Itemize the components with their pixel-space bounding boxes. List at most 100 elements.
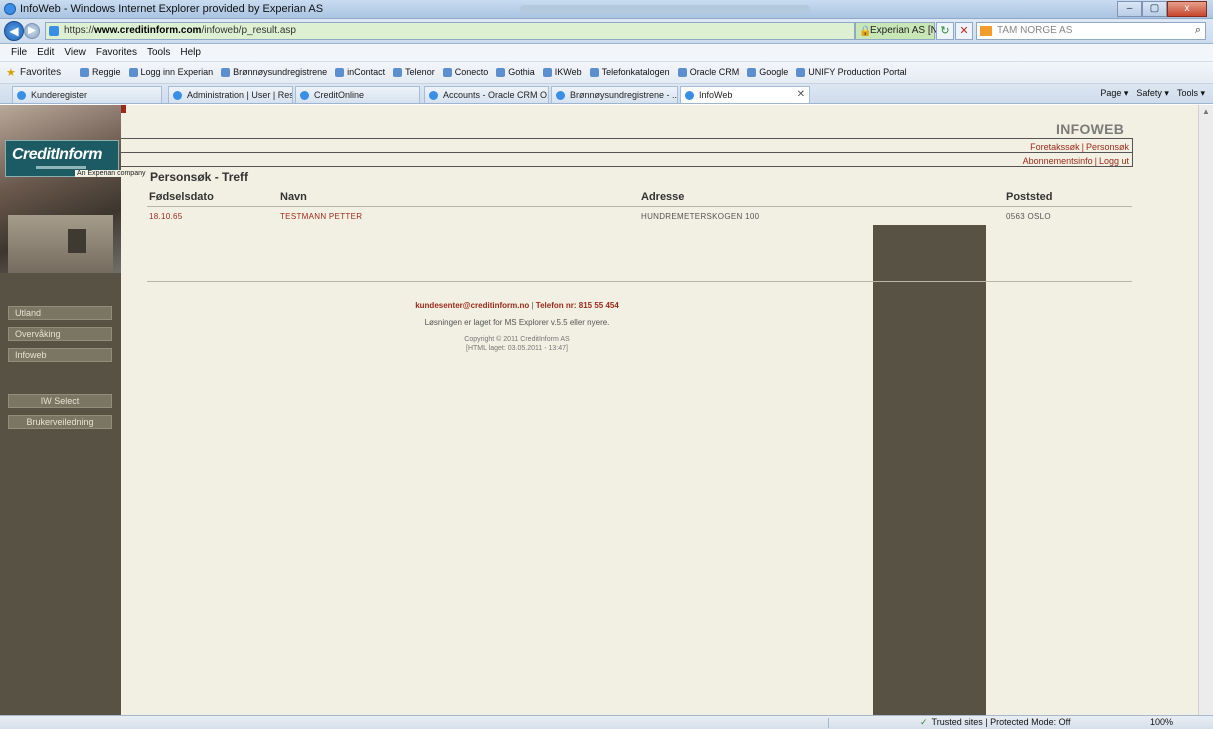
app-title: INFOWEB xyxy=(1056,121,1125,137)
search-field[interactable]: TAM NORGE AS ⌕ xyxy=(976,22,1206,40)
certificate-badge[interactable]: 🔒 Experian AS [NO] xyxy=(855,22,948,40)
favorite-link[interactable]: Telefonkatalogen xyxy=(590,67,670,77)
minimize-button[interactable]: – xyxy=(1117,1,1142,17)
sidebar-item-infoweb[interactable]: Infoweb xyxy=(8,348,112,362)
window-controls: – ▢ x xyxy=(1117,1,1207,17)
left-panel: CreditInform Utland Overvåking Infoweb I… xyxy=(0,105,121,715)
footer-divider xyxy=(147,281,1132,282)
tab-creditonline[interactable]: CreditOnline xyxy=(295,86,420,103)
refresh-button[interactable]: ↻ xyxy=(936,22,954,40)
favorites-button[interactable]: Favorites xyxy=(20,67,61,78)
menu-tools[interactable]: Tools xyxy=(142,44,175,61)
scroll-up-arrow-icon[interactable]: ▲ xyxy=(1202,107,1210,116)
tab-kunderegister[interactable]: Kunderegister xyxy=(12,86,162,103)
url-prefix: https:// xyxy=(64,25,95,36)
favorites-star-icon[interactable]: ★ xyxy=(6,66,16,79)
column-header-address: Adresse xyxy=(641,191,685,203)
maximize-button[interactable]: ▢ xyxy=(1142,1,1167,17)
top-links-row-1: Foretakssøk | Personsøk xyxy=(1030,142,1129,152)
tab-bar: Kunderegister Administration | User | Re… xyxy=(0,84,1213,104)
url-domain: www.creditinform.com xyxy=(94,25,202,36)
close-tab-icon[interactable]: ✕ xyxy=(797,89,805,100)
cell-postal: 0563 OSLO xyxy=(1006,212,1051,221)
favorite-link[interactable]: Gothia xyxy=(496,67,535,77)
support-email-link[interactable]: kundesenter@creditinform.no xyxy=(415,301,529,310)
ie-page-icon xyxy=(49,26,59,36)
menu-favorites[interactable]: Favorites xyxy=(91,44,142,61)
abonnementsinfo-link[interactable]: Abonnementsinfo xyxy=(1023,156,1093,166)
favorite-link[interactable]: Brønnøysundregistrene xyxy=(221,67,327,77)
favorite-link[interactable]: Conecto xyxy=(443,67,489,77)
build-timestamp: [HTML laget: 03.05.2011 - 13:47] xyxy=(466,345,568,352)
header-divider xyxy=(121,138,1133,139)
menu-bar: File Edit View Favorites Tools Help xyxy=(0,44,1213,62)
favorite-link[interactable]: Reggie xyxy=(80,67,121,77)
security-zone[interactable]: Trusted sites | Protected Mode: Off xyxy=(920,717,1071,728)
cell-name[interactable]: TESTMANN PETTER xyxy=(280,212,362,221)
favorite-link[interactable]: Oracle CRM xyxy=(678,67,740,77)
header-divider-vertical xyxy=(1132,138,1133,167)
command-bar: Page ▾ Safety ▾ Tools ▾ xyxy=(1092,88,1205,99)
search-provider-icon xyxy=(980,26,992,36)
accent-bar xyxy=(121,105,126,113)
padlock-icon: 🔒 xyxy=(859,26,872,37)
sidebar-item-overvaking[interactable]: Overvåking xyxy=(8,327,112,341)
tab-oracle-crm[interactable]: Accounts - Oracle CRM O... xyxy=(424,86,549,103)
window-title: InfoWeb - Windows Internet Explorer prov… xyxy=(20,3,324,15)
column-header-postal: Poststed xyxy=(1006,191,1053,203)
column-header-dob: Fødselsdato xyxy=(149,191,214,203)
stop-button[interactable]: ✕ xyxy=(955,22,973,40)
table-header-divider xyxy=(147,206,1132,207)
menu-view[interactable]: View xyxy=(59,44,91,61)
blurred-region xyxy=(520,5,810,14)
favorite-link[interactable]: Google xyxy=(747,67,788,77)
forward-button[interactable]: ▶ xyxy=(24,23,40,39)
status-bar: Trusted sites | Protected Mode: Off 100% xyxy=(0,715,1213,729)
top-links-row-2: Abonnementsinfo | Logg ut xyxy=(1022,156,1129,166)
copyright-text: Copyright © 2011 CreditInform AS xyxy=(464,336,570,343)
favorite-link[interactable]: UNIFY Production Portal xyxy=(796,67,906,77)
sidebar-item-utland[interactable]: Utland xyxy=(8,306,112,320)
tab-infoweb[interactable]: InfoWeb ✕ xyxy=(680,86,810,103)
safety-menu[interactable]: Safety ▾ xyxy=(1136,88,1169,99)
favorite-link[interactable]: Telenor xyxy=(393,67,435,77)
favorites-list: Reggie Logg inn Experian Brønnøysundregi… xyxy=(80,67,915,77)
browser-note: Løsningen er laget for MS Explorer v.5.5… xyxy=(424,318,610,327)
tab-bronnoysund[interactable]: Brønnøysundregistrene - ... xyxy=(551,86,678,103)
sidebar-item-brukerveiledning[interactable]: Brukerveiledning xyxy=(8,415,112,429)
logg-ut-link[interactable]: Logg ut xyxy=(1099,156,1129,166)
tools-menu[interactable]: Tools ▾ xyxy=(1177,88,1205,99)
cell-address: HUNDREMETERSKOGEN 100 xyxy=(641,212,760,221)
menu-edit[interactable]: Edit xyxy=(32,44,59,61)
window-titlebar: InfoWeb - Windows Internet Explorer prov… xyxy=(0,0,1213,19)
header-photo xyxy=(0,105,121,273)
logo-text: CreditInform xyxy=(12,146,103,163)
dark-column-block xyxy=(873,225,986,715)
page-menu[interactable]: Page ▾ xyxy=(1100,88,1128,99)
header-divider xyxy=(121,166,1133,167)
address-bar: ◀ ▶ https://www.creditinform.com/infoweb… xyxy=(0,19,1213,44)
favorite-link[interactable]: inContact xyxy=(335,67,385,77)
column-header-name: Navn xyxy=(280,191,307,203)
close-window-button[interactable]: x xyxy=(1167,1,1207,17)
favorites-bar: ★ Favorites Reggie Logg inn Experian Brø… xyxy=(0,62,1213,84)
back-button[interactable]: ◀ xyxy=(4,21,24,41)
experian-company-tag: An Experian company xyxy=(75,170,148,177)
zoom-level[interactable]: 100% xyxy=(1150,717,1173,727)
tab-administration[interactable]: Administration | User | Res... xyxy=(168,86,293,103)
support-phone: Telefon nr: 815 55 454 xyxy=(535,301,619,310)
menu-file[interactable]: File xyxy=(6,44,32,61)
vertical-scrollbar[interactable]: ▲ xyxy=(1198,105,1213,715)
page-footer: kundesenter@creditinform.no | Telefon nr… xyxy=(147,301,887,353)
logo-tagline-line xyxy=(36,166,86,169)
foretakssok-link[interactable]: Foretakssøk xyxy=(1030,142,1080,152)
favorite-link[interactable]: IKWeb xyxy=(543,67,582,77)
personsok-link[interactable]: Personsøk xyxy=(1086,142,1129,152)
favorite-link[interactable]: Logg inn Experian xyxy=(129,67,214,77)
url-field[interactable]: https://www.creditinform.com/infoweb/p_r… xyxy=(45,22,855,40)
cell-dob[interactable]: 18.10.65 xyxy=(149,212,183,221)
sidebar-item-iw-select[interactable]: IW Select xyxy=(8,394,112,408)
search-text: TAM NORGE AS xyxy=(997,25,1073,36)
search-icon[interactable]: ⌕ xyxy=(1195,24,1201,37)
menu-help[interactable]: Help xyxy=(175,44,206,61)
